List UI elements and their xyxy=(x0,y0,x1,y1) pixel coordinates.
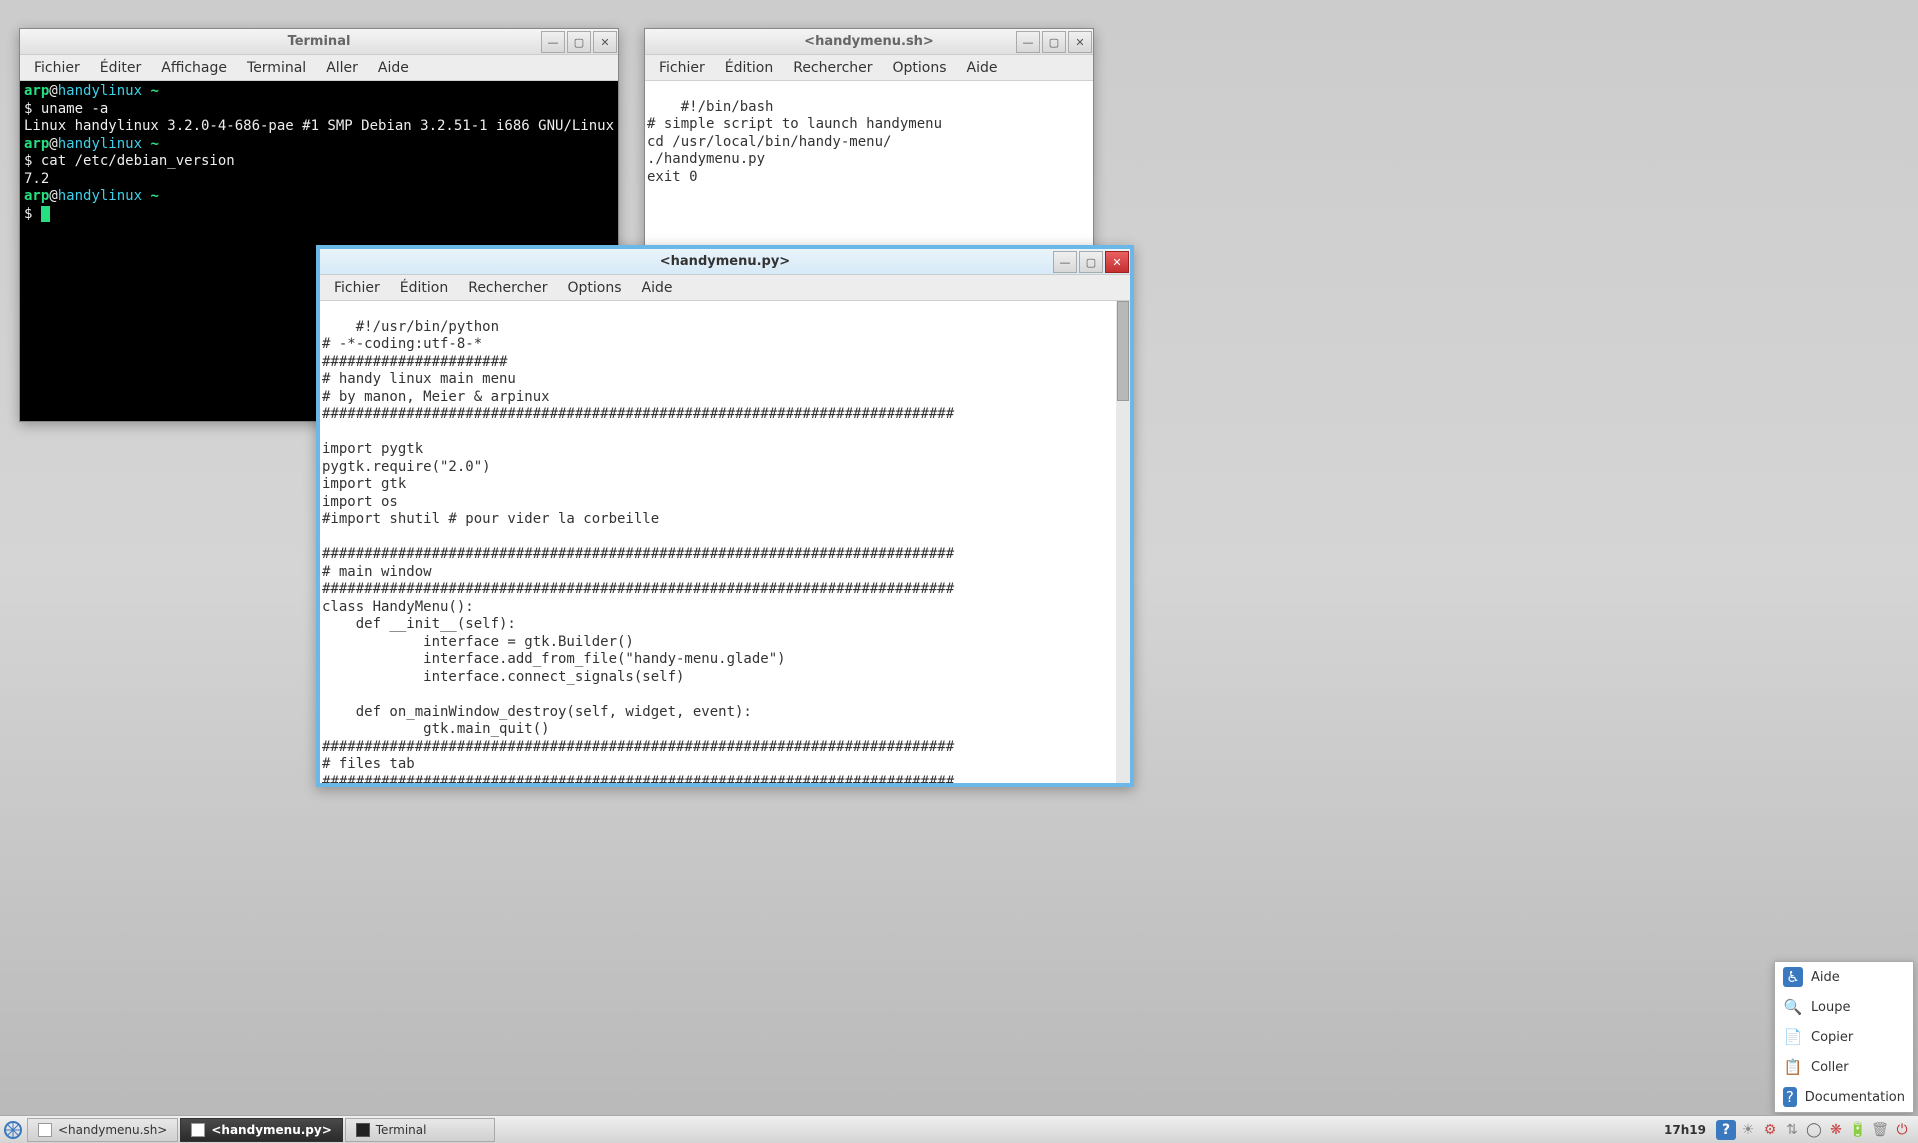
editor-py-title: <handymenu.py> xyxy=(320,254,1130,269)
a11y-label: Documentation xyxy=(1805,1090,1905,1105)
taskbar-item[interactable]: <handymenu.py> xyxy=(180,1118,342,1142)
help-icon[interactable]: ? xyxy=(1716,1120,1736,1140)
minimize-button[interactable]: — xyxy=(1053,251,1077,273)
a11y-icon: 📄 xyxy=(1783,1027,1803,1047)
settings-icon[interactable]: ⚙ xyxy=(1760,1120,1780,1140)
a11y-label: Copier xyxy=(1811,1030,1853,1045)
a11y-icon: 📋 xyxy=(1783,1057,1803,1077)
minimize-button[interactable]: — xyxy=(541,31,565,53)
maximize-button[interactable]: ▢ xyxy=(567,31,591,53)
maximize-button[interactable]: ▢ xyxy=(1042,31,1066,53)
taskbar-item-label: Terminal xyxy=(376,1123,427,1137)
editor-sh-menubar: FichierÉditionRechercherOptionsAide xyxy=(645,55,1093,81)
taskbar: <handymenu.sh> <handymenu.py> Terminal 17h… xyxy=(0,1115,1918,1143)
a11y-label: Coller xyxy=(1811,1060,1849,1075)
menu-item-aide[interactable]: Aide xyxy=(959,57,1006,79)
a11y-label: Loupe xyxy=(1811,1000,1850,1015)
battery-icon[interactable]: 🔋 xyxy=(1848,1120,1868,1140)
a11y-icon: ? xyxy=(1783,1087,1797,1107)
accessibility-menu: ♿ Aide 🔍 Loupe 📄 Copier 📋 Coller? Documentation xyxy=(1774,961,1914,1113)
menu-item-options[interactable]: Options xyxy=(560,277,630,299)
document-icon xyxy=(191,1123,205,1137)
minimize-button[interactable]: — xyxy=(1016,31,1040,53)
brightness-icon[interactable]: ☀ xyxy=(1738,1120,1758,1140)
scrollbar[interactable] xyxy=(1116,301,1130,783)
close-button[interactable]: ✕ xyxy=(593,31,617,53)
maximize-button[interactable]: ▢ xyxy=(1079,251,1103,273)
document-icon xyxy=(38,1123,52,1137)
editor-py-menubar: FichierÉditionRechercherOptionsAide xyxy=(320,275,1130,301)
editor-py-content[interactable]: #!/usr/bin/python # -*-coding:utf-8-* ##… xyxy=(320,301,1130,783)
close-button[interactable]: ✕ xyxy=(1105,251,1129,273)
network-icon[interactable]: ⇅ xyxy=(1782,1120,1802,1140)
power-icon[interactable]: ⏻ xyxy=(1892,1120,1912,1140)
editor-sh-titlebar[interactable]: <handymenu.sh> — ▢ ✕ xyxy=(645,29,1093,55)
a11y-item-aide[interactable]: ♿ Aide xyxy=(1775,962,1913,992)
trash-icon[interactable]: 🗑 xyxy=(1870,1120,1890,1140)
terminal-icon xyxy=(356,1123,370,1137)
a11y-icon: 🔍 xyxy=(1783,997,1803,1017)
menu-item-aide[interactable]: Aide xyxy=(634,277,681,299)
editor-py-titlebar[interactable]: <handymenu.py> — ▢ ✕ xyxy=(320,249,1130,275)
editor-py-window: <handymenu.py> — ▢ ✕ FichierÉditionReche… xyxy=(316,245,1134,787)
menu-item-aller[interactable]: Aller xyxy=(318,57,366,79)
a11y-label: Aide xyxy=(1811,970,1840,985)
menu-item-édition[interactable]: Édition xyxy=(717,57,781,79)
menu-item-fichier[interactable]: Fichier xyxy=(326,277,388,299)
menu-item-rechercher[interactable]: Rechercher xyxy=(785,57,880,79)
status-icon[interactable]: ◯ xyxy=(1804,1120,1824,1140)
menu-item-affichage[interactable]: Affichage xyxy=(153,57,235,79)
menu-item-édition[interactable]: Édition xyxy=(392,277,456,299)
taskbar-item[interactable]: Terminal xyxy=(345,1118,495,1142)
menu-item-rechercher[interactable]: Rechercher xyxy=(460,277,555,299)
clock: 17h19 xyxy=(1656,1123,1714,1137)
terminal-titlebar[interactable]: Terminal — ▢ ✕ xyxy=(20,29,618,55)
terminal-title: Terminal xyxy=(20,34,618,49)
close-button[interactable]: ✕ xyxy=(1068,31,1092,53)
taskbar-item-label: <handymenu.sh> xyxy=(58,1123,167,1137)
menu-item-terminal[interactable]: Terminal xyxy=(239,57,314,79)
menu-item-aide[interactable]: Aide xyxy=(370,57,417,79)
menu-item-options[interactable]: Options xyxy=(885,57,955,79)
menu-item-fichier[interactable]: Fichier xyxy=(26,57,88,79)
taskbar-item-label: <handymenu.py> xyxy=(211,1123,331,1137)
a11y-item-documentation[interactable]: ? Documentation xyxy=(1775,1082,1913,1112)
start-button[interactable] xyxy=(0,1117,26,1143)
a11y-item-copier[interactable]: 📄 Copier xyxy=(1775,1022,1913,1052)
sparkle-icon[interactable]: ❋ xyxy=(1826,1120,1846,1140)
menu-item-éditer[interactable]: Éditer xyxy=(92,57,149,79)
terminal-menubar: FichierÉditerAffichageTerminalAllerAide xyxy=(20,55,618,81)
menu-item-fichier[interactable]: Fichier xyxy=(651,57,713,79)
a11y-icon: ♿ xyxy=(1783,967,1803,987)
taskbar-item[interactable]: <handymenu.sh> xyxy=(27,1118,178,1142)
a11y-item-loupe[interactable]: 🔍 Loupe xyxy=(1775,992,1913,1022)
editor-py-text: #!/usr/bin/python # -*-coding:utf-8-* ##… xyxy=(322,319,954,784)
editor-sh-text: #!/bin/bash # simple script to launch ha… xyxy=(647,99,942,185)
scrollbar-thumb[interactable] xyxy=(1117,301,1129,401)
a11y-item-coller[interactable]: 📋 Coller xyxy=(1775,1052,1913,1082)
